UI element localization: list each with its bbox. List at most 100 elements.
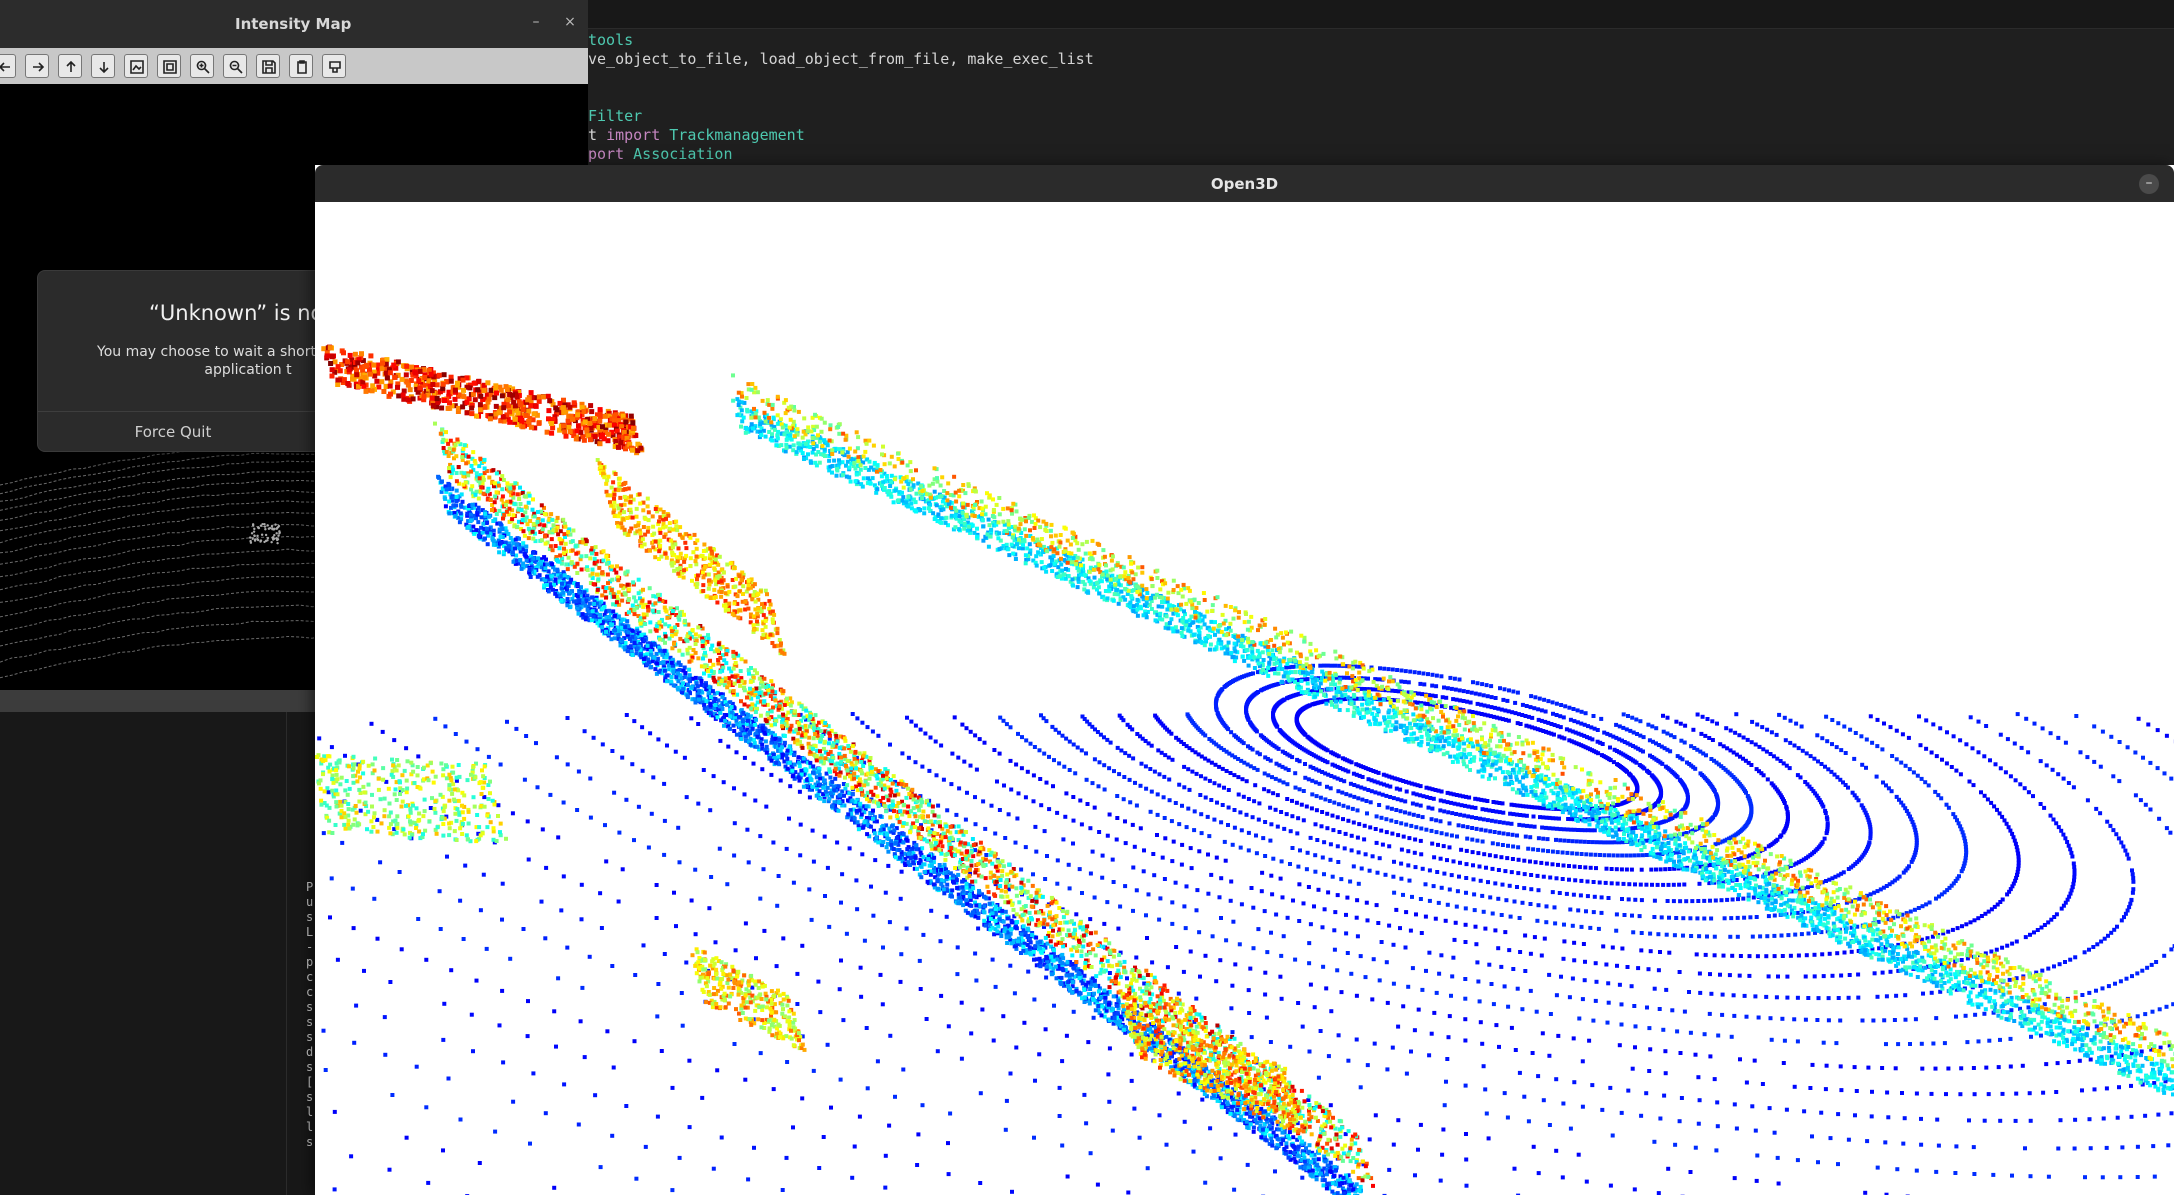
lidar-point xyxy=(1132,1106,1137,1111)
arrow-right-icon[interactable] xyxy=(25,54,49,78)
lidar-point xyxy=(1349,833,1354,838)
lidar-point xyxy=(2094,806,2099,811)
lidar-point xyxy=(372,896,377,901)
lidar-point xyxy=(1471,877,1476,882)
lidar-point xyxy=(752,1145,756,1150)
lidar-point xyxy=(1482,703,1487,708)
lidar-point xyxy=(905,715,909,720)
lidar-point xyxy=(1765,934,1770,939)
lidar-point xyxy=(1407,811,1412,816)
lidar-point xyxy=(2014,939,2019,944)
lidar-point xyxy=(1114,837,1119,842)
lidar-point xyxy=(1332,947,1337,952)
lidar-point xyxy=(1384,960,1389,965)
lidar-point xyxy=(1777,712,1782,717)
code-area[interactable]: tools ve_object_to_file, load_object_from… xyxy=(588,31,1094,164)
lidar-point xyxy=(1111,880,1116,884)
lidar-point xyxy=(1550,862,1555,867)
lidar-point xyxy=(1601,944,1606,949)
lidar-point xyxy=(1915,773,1920,778)
lidar-point xyxy=(598,1165,603,1170)
lidar-point xyxy=(1808,754,1813,759)
code-line: t import Trackmanagement xyxy=(588,126,1094,145)
lidar-point xyxy=(580,985,585,990)
arrow-up-icon[interactable] xyxy=(58,54,82,78)
lidar-point xyxy=(771,840,776,845)
lidar-point xyxy=(1577,1016,1582,1021)
lidar-point xyxy=(1697,971,1702,976)
lidar-point xyxy=(1232,1187,1237,1192)
lidar-point xyxy=(1162,877,1167,881)
lidar-point xyxy=(1244,779,1249,784)
lidar-point xyxy=(2023,935,2028,940)
settings-icon[interactable] xyxy=(322,54,346,78)
lidar-point xyxy=(1430,672,1435,677)
lidar-point xyxy=(498,762,503,767)
lidar-point xyxy=(521,927,526,931)
lidar-point xyxy=(795,1002,800,1006)
image-icon[interactable] xyxy=(124,54,148,78)
lidar-point xyxy=(1197,849,1202,854)
image-sub-icon[interactable] xyxy=(157,54,181,78)
lidar-point xyxy=(1973,1012,1978,1017)
zoom-out-icon[interactable] xyxy=(223,54,247,78)
lidar-point xyxy=(1290,798,1294,803)
terminal-panel[interactable] xyxy=(0,712,315,1195)
lidar-point xyxy=(1971,1145,1976,1150)
lidar-point xyxy=(1804,953,1809,958)
lidar-point xyxy=(1296,1001,1301,1005)
lidar-point xyxy=(2085,755,2090,760)
lidar-point xyxy=(1633,1045,1637,1050)
point-cloud-view[interactable] xyxy=(315,202,2174,1195)
lidar-point xyxy=(1645,1005,1649,1010)
lidar-point xyxy=(2022,786,2027,791)
lidar-point xyxy=(1819,762,1824,766)
minimize-button[interactable]: – xyxy=(2139,174,2159,194)
lidar-point xyxy=(1782,1038,1787,1043)
lidar-point xyxy=(1538,815,1542,820)
clipboard-icon[interactable] xyxy=(289,54,313,78)
lidar-point xyxy=(605,1029,610,1034)
lidar-point xyxy=(1255,750,1260,755)
save-icon[interactable] xyxy=(256,54,280,78)
close-button[interactable]: × xyxy=(560,14,580,30)
force-quit-button[interactable]: Force Quit xyxy=(38,412,308,451)
lidar-point xyxy=(2050,767,2055,772)
lidar-point xyxy=(1632,853,1637,858)
lidar-point xyxy=(1741,896,1746,901)
lidar-point xyxy=(1319,824,1324,829)
lidar-point xyxy=(1037,748,1042,753)
lidar-point xyxy=(1998,766,2003,771)
lidar-point xyxy=(1238,810,1243,815)
lidar-point xyxy=(1437,971,1442,976)
lidar-point xyxy=(829,1105,833,1110)
zoom-in-icon[interactable] xyxy=(190,54,214,78)
lidar-point xyxy=(1123,751,1128,756)
lidar-point xyxy=(1189,866,1194,871)
terminal-line: s xyxy=(306,1060,314,1074)
lidar-point xyxy=(1244,812,1249,817)
lidar-point xyxy=(1776,1181,1781,1186)
lidar-point xyxy=(1357,822,1362,827)
lidar-point xyxy=(993,984,998,989)
lidar-point xyxy=(582,729,587,734)
lidar-point xyxy=(1505,1115,1510,1120)
arrow-left-icon[interactable] xyxy=(0,54,16,78)
lidar-point xyxy=(1959,958,1964,962)
lidar-point xyxy=(1608,745,1612,750)
lidar-point xyxy=(1262,909,1267,914)
lidar-point xyxy=(1354,762,1359,767)
code-token: load_object_from_file xyxy=(759,50,950,68)
lidar-point xyxy=(1464,1157,1469,1162)
open3d-window[interactable]: Open3D – xyxy=(315,165,2174,1195)
lidar-point xyxy=(1989,949,1994,954)
minimize-button[interactable]: – xyxy=(526,14,546,30)
lidar-point xyxy=(1545,837,1550,842)
lidar-point xyxy=(1229,1006,1234,1011)
lidar-point xyxy=(1499,913,1504,917)
lidar-point xyxy=(1202,1092,1207,1096)
lidar-point xyxy=(1131,908,1135,913)
lidar-point xyxy=(1749,740,1754,745)
arrow-down-icon[interactable] xyxy=(91,54,115,78)
lidar-point xyxy=(1203,776,1208,781)
